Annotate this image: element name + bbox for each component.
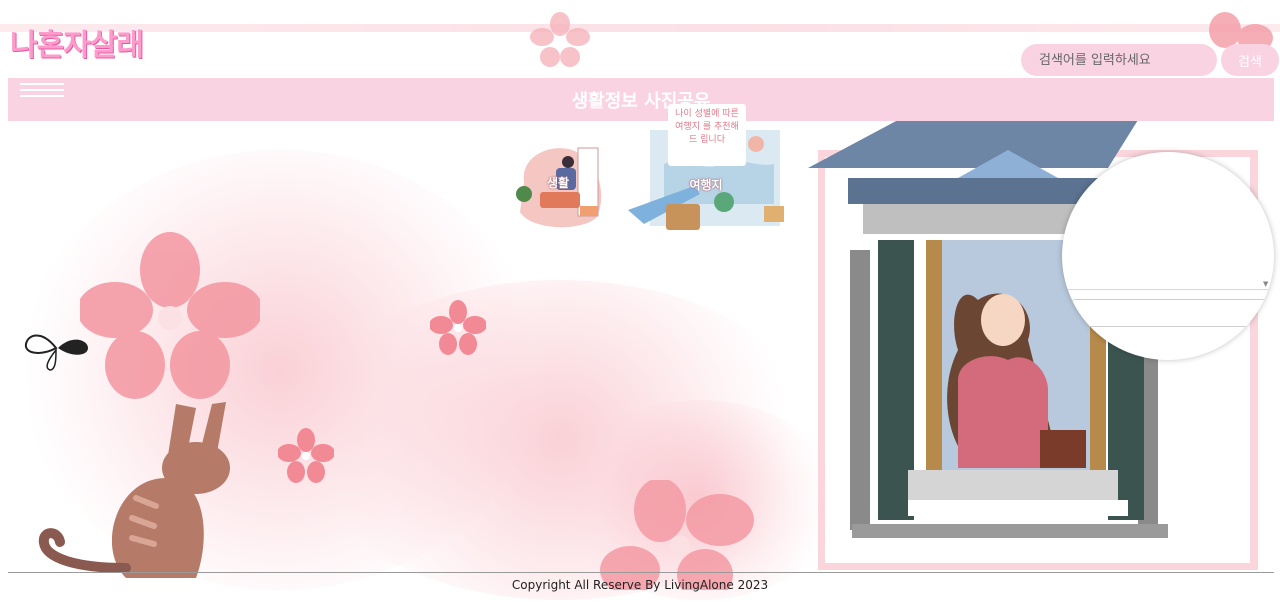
cherry-blossom-icon [80, 232, 260, 399]
top-stripe [0, 24, 1280, 32]
cherry-blossom-icon [530, 12, 590, 67]
cherry-blossom-icon [278, 428, 334, 483]
site-logo[interactable]: 나혼자살래 [10, 20, 144, 64]
footer-copyright: Copyright All Reserve By LivingAlone 202… [511, 578, 769, 592]
chat-widget: 전송 [1062, 152, 1274, 360]
cherry-blossom-icon [430, 300, 486, 355]
category-label-living: 생활 [546, 176, 570, 190]
chat-send-button[interactable]: 전송 [1072, 339, 1090, 354]
cherry-blossom-icon [600, 480, 754, 590]
travel-recommend-tooltip: 나이 성별에 따른 여행지 를 추천해드 립니다 [668, 104, 746, 166]
chat-input[interactable] [1072, 299, 1272, 327]
search-button[interactable]: 검색 [1221, 44, 1279, 76]
chat-log [1062, 152, 1274, 290]
cat-illustration-icon [38, 402, 230, 578]
footer-divider [8, 572, 1274, 573]
butterfly-icon [24, 334, 88, 371]
nav-title[interactable]: 생활정보 사진공유 [8, 87, 1274, 113]
search-input[interactable] [1021, 44, 1217, 76]
category-card-living[interactable]: 생활 [510, 142, 606, 228]
scroll-down-icon[interactable]: ▼ [1263, 280, 1268, 288]
category-label-travel: 여행지 [689, 178, 723, 192]
navigation-bar: 생활정보 사진공유 [8, 78, 1274, 121]
